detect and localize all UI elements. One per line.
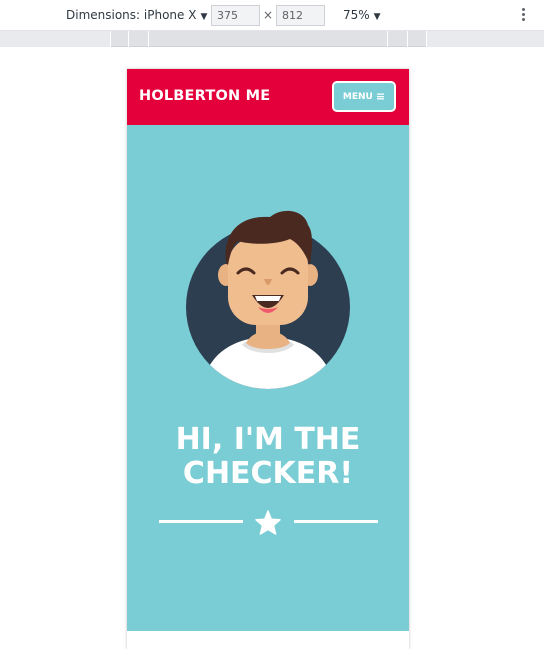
viewport-width-input[interactable]: 375 — [211, 5, 260, 26]
menu-button[interactable]: MENU ≡ — [332, 81, 396, 112]
smiling-person-avatar-icon — [186, 210, 350, 389]
device-dimensions-select[interactable]: Dimensions: iPhone X ▼ — [66, 8, 207, 22]
zoom-select[interactable]: 75% ▼ — [343, 8, 381, 22]
site-brand[interactable]: HOLBERTON ME — [139, 88, 270, 104]
hamburger-icon: ≡ — [375, 90, 386, 103]
hero-section: HI, I'M THE CHECKER! — [127, 125, 409, 631]
triangle-down-icon: ▼ — [200, 12, 208, 22]
divider-line-left — [159, 520, 243, 523]
device-dimensions-label: Dimensions: iPhone X — [66, 8, 197, 22]
site-header: HOLBERTON ME MENU ≡ — [127, 69, 409, 125]
ruler-band — [0, 31, 110, 47]
hero-title: HI, I'M THE CHECKER! — [175, 422, 361, 491]
times-separator: × — [263, 8, 274, 22]
zoom-label: 75% — [343, 8, 370, 22]
ruler-tick — [148, 31, 149, 47]
kebab-menu-icon[interactable] — [518, 6, 528, 24]
ruler-band — [427, 31, 544, 47]
ruler-tick — [128, 31, 129, 47]
star-icon — [255, 510, 281, 535]
ruler-tick — [407, 31, 408, 47]
ruler-tick — [110, 31, 111, 47]
divider-line-right — [294, 520, 378, 523]
triangle-down-icon: ▼ — [373, 12, 381, 22]
ruler-tick — [387, 31, 388, 47]
device-viewport: HOLBERTON ME MENU ≡ HI, I'M THE CHECKER! — [127, 69, 409, 649]
devtools-device-toolbar: Dimensions: iPhone X ▼ 375 × 812 75% ▼ — [0, 0, 544, 31]
media-query-ruler[interactable] — [0, 31, 544, 47]
viewport-height-input[interactable]: 812 — [276, 5, 325, 26]
menu-label: MENU — [342, 91, 373, 102]
